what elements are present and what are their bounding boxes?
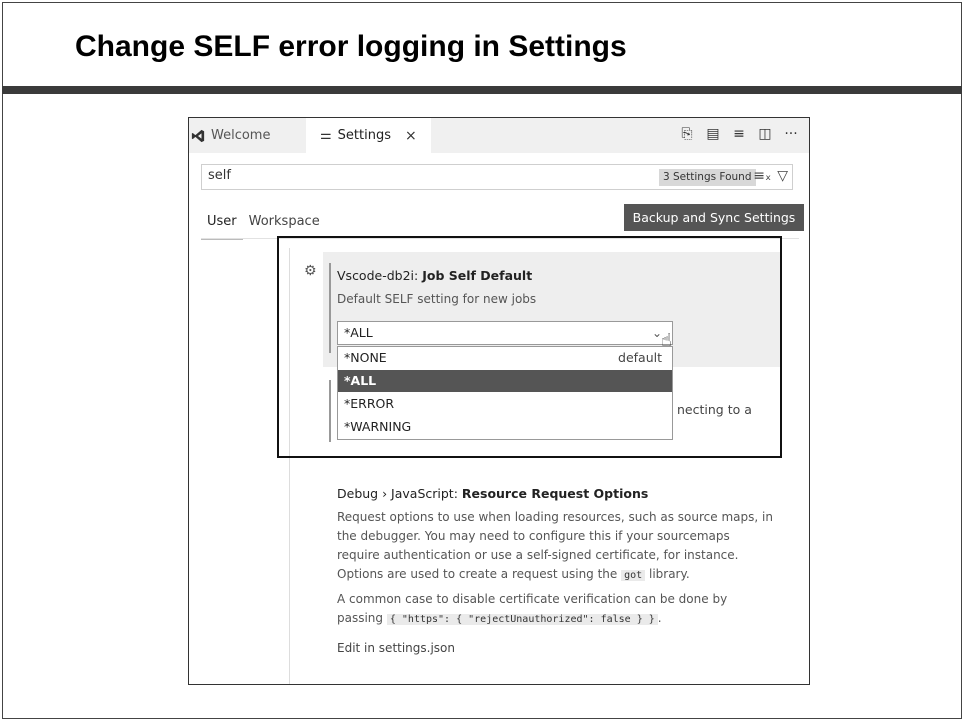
open-settings-json-icon[interactable]: ⎘ [679,126,695,142]
clear-filter-icon[interactable]: ≡ₓ [753,168,771,184]
tab-welcome-label: Welcome [211,128,271,143]
search-actions: ≡ₓ ▽ [753,168,788,184]
slide-title: Change SELF error logging in Settings [75,30,627,63]
filter-icon[interactable]: ▽ [777,168,788,184]
description-line: the debugger. You may need to configure … [337,529,730,543]
description-line: passing { "https": { "rejectUnauthorized… [337,609,787,629]
tab-bar: Welcome ⚌ Settings × ⎘ ▤ ≡ ◫ ··· [189,118,809,153]
edit-in-settings-json-link[interactable]: Edit in settings.json [337,641,455,655]
setting-description: Request options to use when loading reso… [337,508,787,585]
description-line: Options are used to create a request usi… [337,565,787,585]
vscode-logo-icon [191,129,205,142]
text: passing [337,611,387,625]
text: . [657,611,662,625]
settings-search-box: 3 Settings Found ≡ₓ ▽ [201,164,793,190]
text: Options are used to create a request usi… [337,567,622,581]
editor-actions: ⎘ ▤ ≡ ◫ ··· [679,126,799,142]
setting-title: Debug › JavaScript: Resource Request Opt… [337,486,648,501]
settings-sliders-icon: ⚌ [320,128,332,143]
tab-user[interactable]: User [201,214,243,240]
text: library. [645,567,690,581]
title-divider [2,86,962,94]
split-json-icon[interactable]: ▤ [705,126,721,142]
split-editor-icon[interactable]: ◫ [757,126,773,142]
ellipsis-icon[interactable]: ··· [783,126,799,142]
description-line: Request options to use when loading reso… [337,510,773,524]
tab-welcome[interactable]: Welcome [189,118,308,153]
more-actions-icon[interactable]: ≡ [731,126,747,142]
setting-name: Resource Request Options [461,486,649,501]
setting-category: Debug › JavaScript: [337,486,462,501]
inline-code: { "https": { "rejectUnauthorized": false… [386,614,658,625]
backup-sync-button[interactable]: Backup and Sync Settings [624,204,804,231]
inline-code: got [621,570,646,581]
description-line: require authentication or use a self-sig… [337,548,739,562]
highlight-box [277,236,782,458]
description-line: A common case to disable certificate ver… [337,592,728,606]
tab-settings[interactable]: ⚌ Settings × [306,118,431,153]
search-input[interactable] [208,168,608,183]
setting-description: A common case to disable certificate ver… [337,590,787,629]
close-icon[interactable]: × [405,128,417,144]
tab-settings-label: Settings [337,128,391,143]
settings-found-badge: 3 Settings Found [659,169,756,186]
